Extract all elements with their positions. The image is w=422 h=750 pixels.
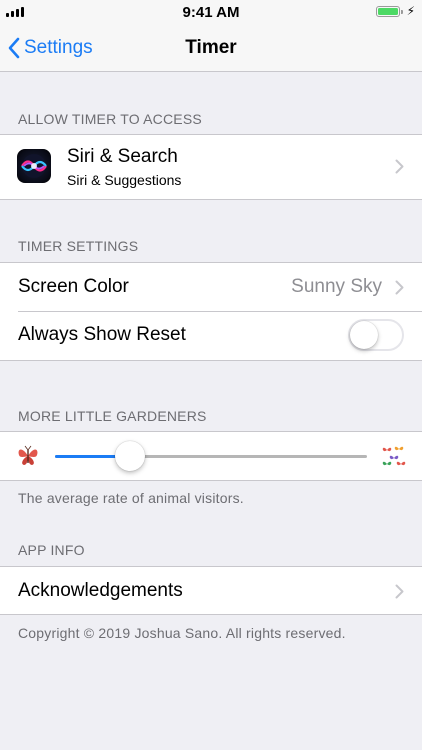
- section-header-allow-access: ALLOW TIMER TO ACCESS: [18, 111, 202, 127]
- always-show-reset-label: Always Show Reset: [18, 324, 186, 345]
- toggle-knob: [350, 321, 378, 349]
- siri-icon: [17, 149, 51, 183]
- always-show-reset-row: Always Show Reset: [0, 311, 422, 359]
- allow-access-group: Siri & Search Siri & Suggestions: [0, 134, 422, 200]
- siri-search-subtitle: Siri & Suggestions: [67, 172, 182, 188]
- slider-thumb[interactable]: [114, 441, 145, 471]
- section-header-timer-settings: TIMER SETTINGS: [18, 238, 139, 254]
- siri-search-title: Siri & Search: [67, 146, 178, 167]
- butterfly-icon: [16, 445, 40, 472]
- section-header-app-info: APP INFO: [18, 542, 85, 558]
- chevron-right-icon: [395, 159, 404, 174]
- screen-color-row[interactable]: Screen Color Sunny Sky: [0, 263, 422, 311]
- status-time: 9:41 AM: [182, 4, 240, 21]
- screen-color-value: Sunny Sky: [291, 276, 382, 297]
- chevron-right-icon: [395, 280, 404, 295]
- status-bar: 9:41 AM ⚡: [0, 0, 422, 24]
- app-info-group: Acknowledgements: [0, 566, 422, 615]
- butterfly-flock-icon: [381, 444, 407, 475]
- page-title: Timer: [185, 37, 237, 58]
- section-header-gardeners: MORE LITTLE GARDENERS: [18, 408, 207, 424]
- always-show-reset-toggle[interactable]: [348, 319, 404, 351]
- charging-bolt-icon: ⚡: [406, 4, 415, 18]
- copyright-text: Copyright © 2019 Joshua Sano. All rights…: [18, 625, 346, 641]
- acknowledgements-label: Acknowledgements: [18, 580, 183, 601]
- slider-description: The average rate of animal visitors.: [18, 490, 244, 506]
- siri-search-row[interactable]: Siri & Search Siri & Suggestions: [0, 135, 422, 199]
- navigation-bar: Settings Timer: [0, 24, 422, 72]
- timer-settings-group: Screen Color Sunny Sky Always Show Reset: [0, 262, 422, 361]
- screen-color-label: Screen Color: [18, 276, 129, 297]
- acknowledgements-row[interactable]: Acknowledgements: [0, 567, 422, 615]
- slider-track[interactable]: [55, 441, 367, 471]
- chevron-right-icon: [395, 584, 404, 599]
- gardeners-slider-group: [0, 431, 422, 481]
- battery-icon: [376, 6, 403, 17]
